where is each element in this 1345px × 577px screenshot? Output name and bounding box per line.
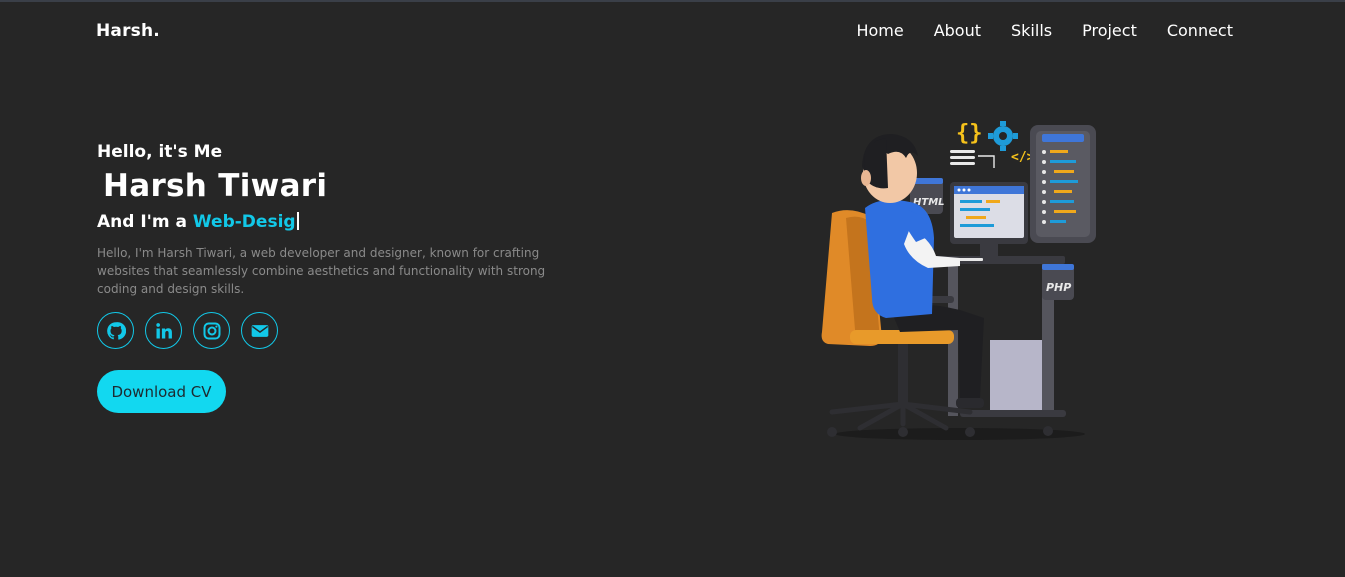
role-prefix: And I'm a — [97, 212, 193, 232]
svg-text:PHP: PHP — [1046, 281, 1071, 294]
linkedin-link[interactable] — [145, 312, 182, 349]
nav-link-about[interactable]: About — [934, 21, 981, 40]
hero-role: And I'm a Web-Desig — [97, 212, 567, 232]
nav-link-home[interactable]: Home — [856, 21, 903, 40]
role-typed-text: Web-Desig — [192, 212, 296, 232]
navbar: Harsh. Home About Skills Project Connect — [0, 2, 1345, 60]
hero-intro: Hello, I'm Harsh Tiwari, a web developer… — [97, 246, 546, 296]
hero-name: Harsh Tiwari — [103, 168, 328, 204]
github-link[interactable] — [97, 312, 134, 349]
email-link[interactable] — [241, 312, 278, 349]
github-icon — [106, 321, 126, 340]
nav-link-connect[interactable]: Connect — [1167, 21, 1233, 40]
nav-menu: Home About Skills Project Connect — [856, 21, 1233, 40]
nav-link-project[interactable]: Project — [1082, 21, 1137, 40]
linkedin-icon — [155, 322, 172, 338]
hero-greeting: Hello, it's Me — [97, 142, 223, 162]
envelope-icon — [251, 324, 268, 337]
developer-illustration: {} </> HTML PHP — [821, 121, 1096, 440]
social-links — [97, 312, 567, 349]
instagram-icon — [203, 322, 220, 339]
typing-caret — [296, 212, 299, 230]
instagram-link[interactable] — [193, 312, 230, 349]
nav-link-skills[interactable]: Skills — [1011, 21, 1052, 40]
site-logo[interactable]: Harsh. — [96, 21, 160, 41]
download-cv-button[interactable]: Download CV — [97, 370, 226, 413]
svg-text:{}: {} — [956, 121, 983, 146]
gear-icon — [988, 121, 1018, 151]
hero-section: Hello, it's Me Harsh Tiwari And I'm a We… — [97, 142, 567, 413]
